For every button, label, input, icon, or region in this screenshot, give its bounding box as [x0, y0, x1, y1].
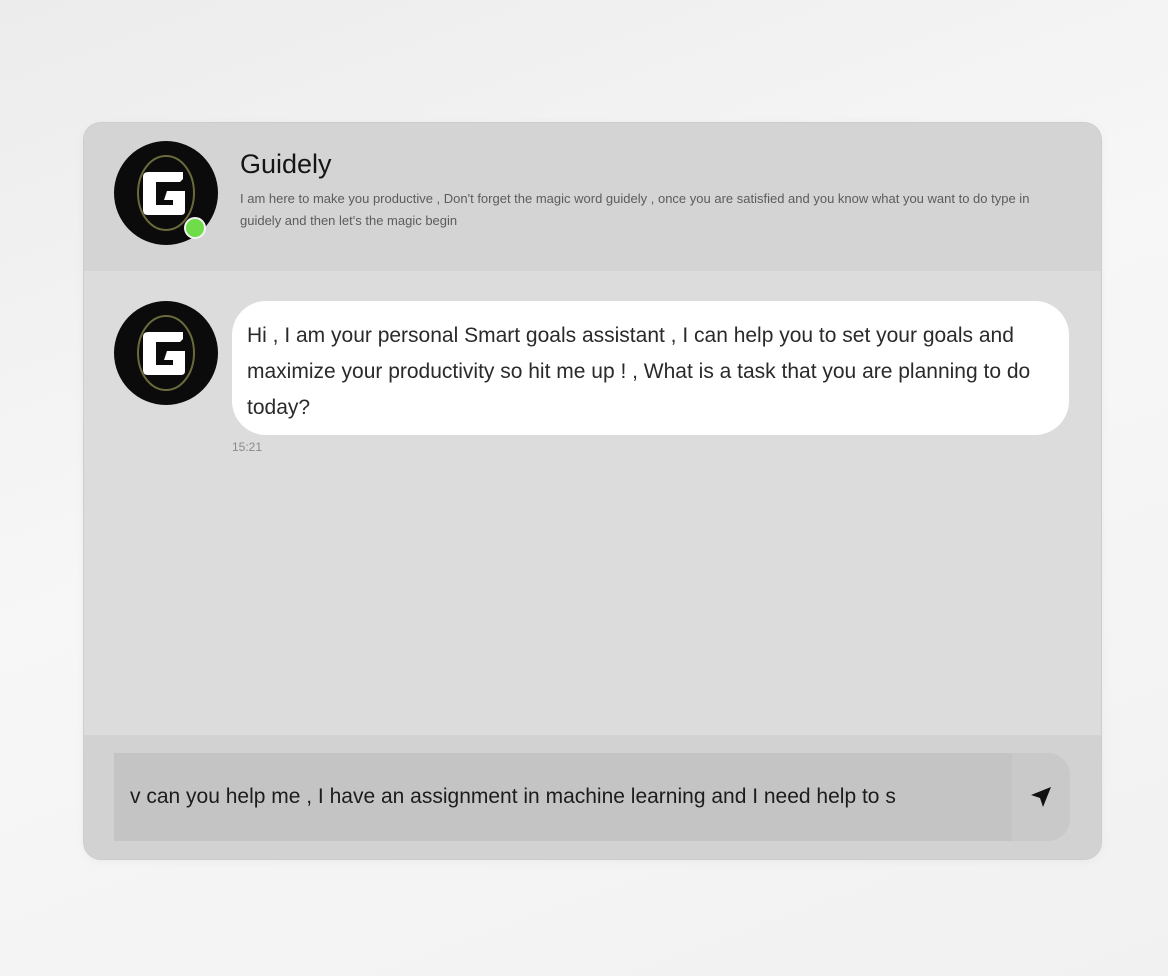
chat-window: Guidely I am here to make you productive… — [83, 122, 1102, 860]
send-button[interactable] — [1012, 753, 1070, 841]
composer-bar — [84, 735, 1101, 859]
bot-name: Guidely — [240, 149, 332, 179]
message-avatar — [114, 301, 218, 405]
send-arrow-icon — [1031, 787, 1051, 807]
guidely-logo-icon — [137, 315, 195, 391]
message-timestamp: 15:21 — [232, 440, 263, 454]
bot-message-bubble: Hi , I am your personal Smart goals assi… — [232, 301, 1069, 435]
bot-avatar — [114, 141, 218, 245]
message-list: Hi , I am your personal Smart goals assi… — [84, 271, 1101, 735]
bot-description: I am here to make you productive , Don't… — [240, 191, 1030, 228]
online-status-dot — [184, 217, 206, 239]
chat-header: Guidely I am here to make you productive… — [84, 123, 1101, 271]
message-input[interactable] — [114, 753, 1012, 841]
